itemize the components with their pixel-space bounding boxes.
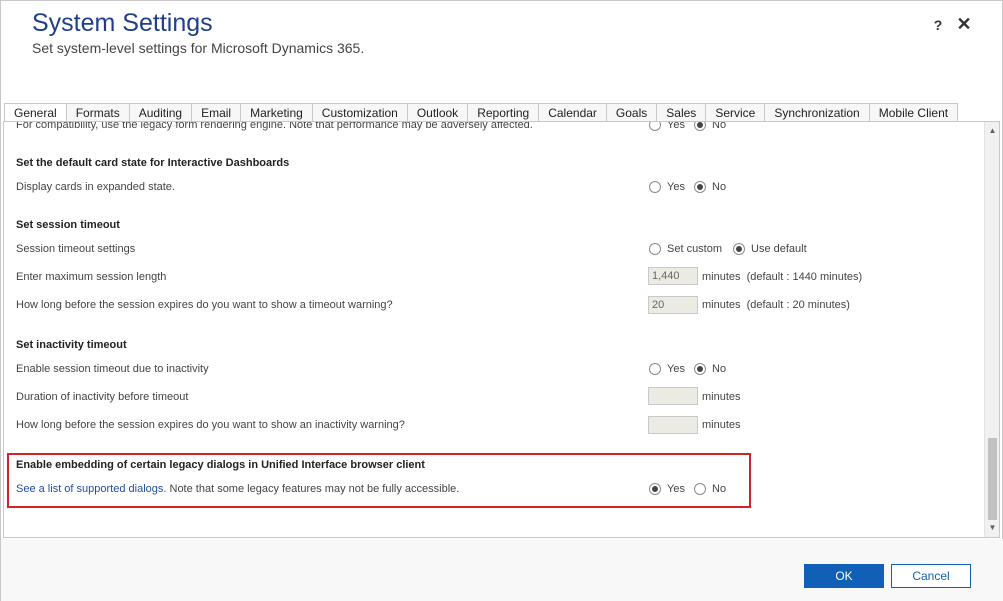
tab-outlook[interactable]: Outlook [406, 103, 468, 122]
page-subtitle: Set system-level settings for Microsoft … [32, 40, 365, 56]
set-custom-radio[interactable] [649, 243, 661, 255]
tab-calendar[interactable]: Calendar [538, 103, 606, 122]
inactivity-no-label: No [712, 363, 727, 375]
max-session-length-default: (default : 1440 minutes) [746, 271, 863, 283]
timeout-warning-unit: minutes (default : 20 minutes) [702, 299, 850, 311]
tab-marketing[interactable]: Marketing [240, 103, 312, 122]
session-timeout-settings-label: Session timeout settings [16, 243, 136, 255]
legacy-form-yes-radio[interactable] [649, 122, 661, 131]
scroll-thumb[interactable] [988, 438, 997, 520]
legacy-form-no-label: No [712, 121, 727, 131]
tab-goals[interactable]: Goals [605, 103, 657, 122]
tab-sales[interactable]: Sales [656, 103, 706, 122]
scroll-up-arrow-icon[interactable]: ▲ [985, 124, 999, 138]
help-icon[interactable]: ? [931, 17, 945, 33]
tab-general[interactable]: General [4, 103, 66, 122]
tab-formats[interactable]: Formats [65, 103, 129, 122]
cancel-button[interactable]: Cancel [891, 564, 971, 588]
tab-service[interactable]: Service [705, 103, 765, 122]
dialog-header: System Settings Set system-level setting… [1, 1, 1003, 103]
legacy-form-no-radio[interactable] [694, 122, 706, 131]
vertical-scrollbar[interactable]: ▲ ▼ [984, 122, 999, 537]
inactivity-no-option[interactable]: No [694, 363, 726, 375]
inactivity-timeout-title: Set inactivity timeout [16, 339, 127, 351]
tab-auditing[interactable]: Auditing [128, 103, 192, 122]
highlight-box [7, 453, 751, 508]
use-default-radio[interactable] [733, 243, 745, 255]
card-state-no-label: No [712, 181, 727, 193]
set-custom-option[interactable]: Set custom [649, 243, 722, 255]
legacy-form-yes-label: Yes [667, 121, 685, 131]
tab-email[interactable]: Email [191, 103, 241, 122]
tab-reporting[interactable]: Reporting [467, 103, 539, 122]
enable-inactivity-label: Enable session timeout due to inactivity [16, 363, 209, 375]
tab-synchronization[interactable]: Synchronization [764, 103, 869, 122]
tab-customization[interactable]: Customization [311, 103, 407, 122]
page-title: System Settings [32, 9, 213, 37]
legacy-form-yes-option[interactable]: Yes [649, 121, 685, 131]
card-state-yes-label: Yes [667, 181, 685, 193]
inactivity-yes-option[interactable]: Yes [649, 363, 685, 375]
legacy-form-label: For compatibility, use the legacy form r… [16, 121, 533, 131]
card-state-yes-option[interactable]: Yes [649, 181, 685, 193]
inactivity-duration-field[interactable] [648, 387, 698, 405]
inactivity-warning-unit: minutes [702, 419, 741, 431]
close-icon[interactable]: ✕ [956, 14, 972, 35]
max-session-length-label: Enter maximum session length [16, 271, 167, 283]
inactivity-warning-field[interactable] [648, 416, 698, 434]
inactivity-yes-radio[interactable] [649, 363, 661, 375]
timeout-warning-default: (default : 20 minutes) [746, 299, 850, 311]
inactivity-duration-label: Duration of inactivity before timeout [16, 391, 189, 403]
tab-mobile-client[interactable]: Mobile Client [868, 103, 959, 122]
max-session-length-unit-text: minutes [702, 271, 741, 283]
card-state-yes-radio[interactable] [649, 181, 661, 193]
use-default-option[interactable]: Use default [733, 243, 807, 255]
card-state-label: Display cards in expanded state. [16, 181, 175, 193]
inactivity-yes-label: Yes [667, 363, 685, 375]
inactivity-duration-unit: minutes [702, 391, 741, 403]
set-custom-label: Set custom [667, 243, 723, 255]
timeout-warning-label: How long before the session expires do y… [16, 299, 393, 311]
card-state-no-radio[interactable] [694, 181, 706, 193]
session-timeout-title: Set session timeout [16, 219, 120, 231]
use-default-label: Use default [751, 243, 807, 255]
timeout-warning-field[interactable]: 20 [648, 296, 698, 314]
timeout-warning-unit-text: minutes [702, 299, 741, 311]
scroll-down-arrow-icon[interactable]: ▼ [985, 521, 999, 535]
max-session-length-unit: minutes (default : 1440 minutes) [702, 271, 862, 283]
settings-tabs: General Formats Auditing Email Marketing… [4, 103, 959, 122]
max-session-length-field[interactable]: 1,440 [648, 267, 698, 285]
card-state-no-option[interactable]: No [694, 181, 726, 193]
card-state-title: Set the default card state for Interacti… [16, 157, 290, 169]
inactivity-warning-label: How long before the session expires do y… [16, 419, 405, 431]
inactivity-no-radio[interactable] [694, 363, 706, 375]
ok-button[interactable]: OK [804, 564, 884, 588]
system-settings-dialog: System Settings Set system-level setting… [0, 0, 1003, 601]
legacy-form-no-option[interactable]: No [694, 121, 727, 131]
